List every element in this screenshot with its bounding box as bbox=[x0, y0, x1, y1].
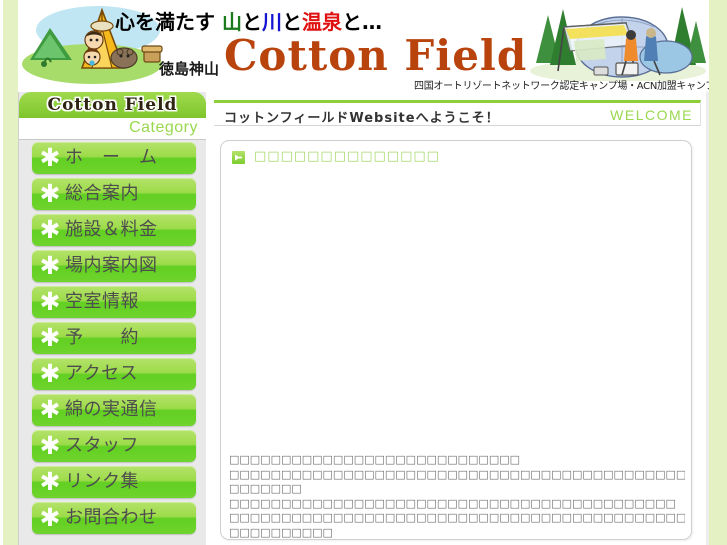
asterisk-icon: ✱ bbox=[39, 179, 61, 208]
page-root: 心を満たす 山と川と温泉と… 徳島神山 Cotton Field 四国オートリゾ… bbox=[0, 0, 727, 545]
sidebar-item-home[interactable]: ✱ ホ ー ム bbox=[32, 142, 196, 174]
left-pale-column bbox=[3, 0, 18, 545]
green-arrow-icon bbox=[231, 150, 246, 165]
asterisk-icon: ✱ bbox=[39, 143, 61, 172]
asterisk-icon: ✱ bbox=[39, 431, 61, 460]
sidebar-item-newsletter[interactable]: ✱ 綿の実通信 bbox=[32, 394, 196, 426]
sidebar-item-label: ホ ー ム bbox=[65, 147, 158, 168]
sidebar-item-general-info[interactable]: ✱ 総合案内 bbox=[32, 178, 196, 210]
right-pale-column bbox=[709, 0, 727, 545]
page-title: コットンフィールドWebsiteへようこそ！ bbox=[224, 111, 500, 126]
body-line: □□□□□□□□□□ bbox=[229, 525, 333, 539]
sidebar-item-label: スタッフ bbox=[65, 435, 139, 456]
sidebar-item-site-map[interactable]: ✱ 場内案内図 bbox=[32, 250, 196, 282]
page-title-bar: コットンフィールドWebsiteへようこそ！ WELCOME bbox=[214, 100, 701, 126]
sidebar-item-label: 総合案内 bbox=[65, 183, 139, 204]
main-right-border bbox=[706, 92, 709, 545]
body-line: □□□□□□□□□□□□□□□□□□□□□□□□□□□□□□□□□□□□□□□□… bbox=[229, 467, 685, 481]
sidebar-category-label: Category bbox=[129, 119, 198, 136]
body-line: □□□□□□□□□□□□□□□□□□□□□□□□□□□□□□□□□□□□□□□□… bbox=[229, 496, 676, 510]
sidebar-category-bar: Category bbox=[19, 118, 206, 140]
sidebar-menu: ✱ ホ ー ム ✱ 総合案内 ✱ 施設＆料金 ✱ 場内案内図 ✱ 空室情報 ✱ … bbox=[19, 142, 206, 538]
body-line: □□□□□□□□□□□□□□□□□□□□□□□□□□□□□□□□□□□□□□□□… bbox=[229, 511, 685, 524]
sidebar-item-label: 空室情報 bbox=[65, 291, 139, 312]
sidebar-title: Cotton Field bbox=[47, 95, 178, 115]
sidebar-item-access[interactable]: ✱ アクセス bbox=[32, 358, 196, 390]
asterisk-icon: ✱ bbox=[39, 215, 61, 244]
certification-note: 四国オートリゾートネットワーク認定キャンプ場・ACN加盟キャンプ場 bbox=[414, 81, 709, 92]
sidebar-item-label: リンク集 bbox=[65, 471, 139, 492]
sidebar-item-label: 場内案内図 bbox=[65, 255, 158, 276]
asterisk-icon: ✱ bbox=[39, 503, 61, 532]
sidebar-item-links[interactable]: ✱ リンク集 bbox=[32, 466, 196, 498]
asterisk-icon: ✱ bbox=[39, 395, 61, 424]
brand-logo-text: Cotton Field bbox=[224, 31, 528, 80]
asterisk-icon: ✱ bbox=[39, 359, 61, 388]
page-title-english: WELCOME bbox=[610, 107, 693, 123]
brand-japanese-name: 徳島神山 bbox=[159, 60, 220, 78]
asterisk-icon: ✱ bbox=[39, 323, 61, 352]
content-card-heading-text: □□□□□□□□□□□□□□ bbox=[254, 149, 440, 164]
sidebar-item-label: 予 約 bbox=[65, 327, 139, 348]
asterisk-icon: ✱ bbox=[39, 251, 61, 280]
sidebar-item-availability[interactable]: ✱ 空室情報 bbox=[32, 286, 196, 318]
content-card-body: □□□□□□□□□□□□□□□□□□□□□□□□□□□□ □□□□□□□□□□□… bbox=[229, 453, 685, 539]
sidebar-item-label: 綿の実通信 bbox=[65, 399, 158, 420]
content-card: □□□□□□□□□□□□□□ □□□□□□□□□□□□□□□□□□□□□□□□□… bbox=[220, 140, 692, 540]
sidebar-item-label: アクセス bbox=[65, 363, 139, 384]
sidebar-item-reservation[interactable]: ✱ 予 約 bbox=[32, 322, 196, 354]
campsite-tent-photo-illustration bbox=[530, 1, 706, 83]
sidebar-item-facilities-fees[interactable]: ✱ 施設＆料金 bbox=[32, 214, 196, 246]
sidebar: Cotton Field Category ✱ ホ ー ム ✱ 総合案内 ✱ 施… bbox=[18, 92, 207, 545]
body-line: □□□□□□□□□□□□□□□□□□□□□□□□□□□□ bbox=[229, 453, 521, 466]
sidebar-header: Cotton Field bbox=[19, 92, 206, 118]
tagline-text-1: 心を満たす bbox=[115, 10, 222, 34]
site-header: 心を満たす 山と川と温泉と… 徳島神山 Cotton Field 四国オートリゾ… bbox=[18, 0, 709, 92]
main-content: コットンフィールドWebsiteへようこそ！ WELCOME □□□□□□□□□… bbox=[206, 92, 709, 545]
body-line: □□□□□□□ bbox=[229, 482, 302, 495]
asterisk-icon: ✱ bbox=[39, 467, 61, 496]
asterisk-icon: ✱ bbox=[39, 287, 61, 316]
sidebar-item-contact[interactable]: ✱ お問合わせ bbox=[32, 502, 196, 534]
sidebar-item-label: 施設＆料金 bbox=[65, 219, 158, 240]
sidebar-item-label: お問合わせ bbox=[65, 507, 158, 528]
sidebar-item-staff[interactable]: ✱ スタッフ bbox=[32, 430, 196, 462]
